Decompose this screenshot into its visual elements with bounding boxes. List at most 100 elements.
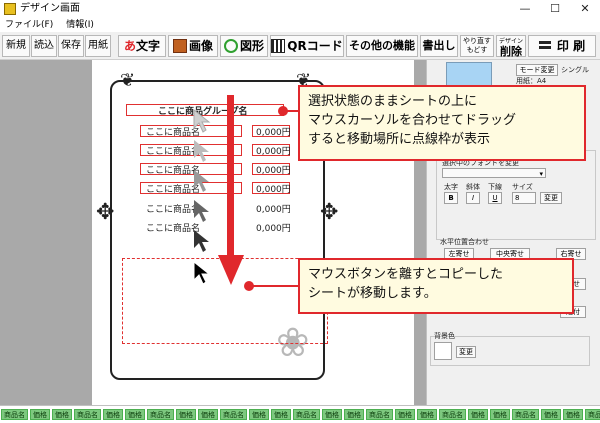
element-tab[interactable]: 価格 [563, 409, 583, 420]
font-select[interactable]: ▾ [442, 168, 546, 178]
element-tab[interactable]: 商品名 [512, 409, 539, 420]
delete-button[interactable]: デザイン 削除 [496, 35, 526, 57]
delete-label: 削除 [500, 45, 522, 58]
export-button[interactable]: 書出し [420, 35, 458, 57]
size-input[interactable]: 8 [512, 192, 536, 204]
callout-leader [252, 285, 300, 287]
element-tab[interactable]: 商品名 [147, 409, 174, 420]
save-button[interactable]: 保存 [58, 35, 84, 57]
mode-value: シングル [561, 66, 589, 74]
close-button[interactable]: ✕ [570, 0, 600, 18]
element-tab[interactable]: 価格 [417, 409, 437, 420]
text-label: 文字 [136, 39, 161, 53]
size-change-button[interactable]: 変更 [540, 192, 562, 204]
callout-release: マウスボタンを離すとコピーした シートが移動します。 [298, 258, 574, 314]
item-price: 0,000円 [256, 224, 291, 234]
element-tab[interactable]: 価格 [271, 409, 291, 420]
toolbar: 新規 読込 保存 用紙 あ文字 画像 図形 QRコード その他の機能 書出し や… [0, 32, 600, 60]
bold-label: 太字 [444, 183, 458, 191]
print-label: 印 刷 [556, 39, 586, 53]
title-bar: デザイン画面 — ☐ ✕ [0, 0, 600, 18]
cursor-icon [194, 230, 209, 252]
underline-label: 下線 [488, 183, 502, 191]
element-tab[interactable]: 商品名 [220, 409, 247, 420]
element-tab[interactable]: 価格 [541, 409, 561, 420]
app-icon [4, 3, 16, 15]
minimize-button[interactable]: — [510, 0, 540, 18]
shape-label: 図形 [239, 39, 264, 53]
redo-label: やり直す [463, 37, 491, 45]
element-tab[interactable]: 価格 [468, 409, 488, 420]
drag-direction-arrow-icon [218, 95, 244, 285]
element-tab[interactable]: 価格 [344, 409, 364, 420]
design-window: デザイン画面 — ☐ ✕ ファイル(F) 情報(I) 新規 読込 保存 用紙 あ文… [0, 0, 600, 423]
italic-button[interactable]: I [466, 192, 480, 204]
qr-button[interactable]: QRコード [270, 35, 344, 57]
print-icon [538, 41, 551, 49]
ornament-right-icon: ✥ [320, 200, 339, 225]
paper-button[interactable]: 用紙 [85, 35, 111, 57]
item-price: 0,000円 [256, 185, 291, 195]
element-tab[interactable]: 価格 [125, 409, 145, 420]
bg-color-title: 背景色 [434, 332, 455, 340]
bold-button[interactable]: B [444, 192, 458, 204]
element-tab[interactable]: 商品名 [1, 409, 28, 420]
item-price: 0,000円 [256, 166, 291, 176]
qr-label: QRコード [287, 39, 343, 53]
element-tab[interactable]: 商品名 [439, 409, 466, 420]
element-tab[interactable]: 価格 [249, 409, 269, 420]
maximize-button[interactable]: ☐ [540, 0, 570, 18]
ornament-top-left-icon: ❦ [120, 70, 136, 91]
cursor-icon [194, 140, 209, 162]
element-tab[interactable]: 価格 [176, 409, 196, 420]
bg-color-swatch[interactable] [434, 342, 452, 360]
element-tab[interactable]: 価格 [490, 409, 510, 420]
qr-icon [271, 39, 286, 53]
element-tab[interactable]: 商品名 [293, 409, 320, 420]
element-tab[interactable]: 価格 [103, 409, 123, 420]
print-button[interactable]: 印 刷 [528, 35, 596, 57]
item-price: 0,000円 [256, 128, 291, 138]
element-tab[interactable]: 価格 [198, 409, 218, 420]
menu-bar: ファイル(F) 情報(I) [0, 18, 600, 32]
text-icon: あ [123, 39, 136, 53]
shape-button[interactable]: 図形 [220, 35, 268, 57]
size-label: サイズ [512, 183, 533, 191]
underline-button[interactable]: U [488, 192, 502, 204]
italic-label: 斜体 [466, 183, 480, 191]
left-margin [0, 60, 88, 405]
cursor-icon [193, 260, 211, 285]
undo-label: もどす [466, 46, 488, 54]
image-label: 画像 [188, 39, 213, 53]
element-tab[interactable]: 商品名 [74, 409, 101, 420]
item-price: 0,000円 [256, 205, 291, 215]
item-price: 0,000円 [256, 147, 291, 157]
ornament-left-icon: ✥ [96, 200, 115, 225]
load-button[interactable]: 読込 [31, 35, 57, 57]
callout-drag: 選択状態のままシートの上に マウスカーソルを合わせてドラッグ すると移動場所に点… [298, 85, 586, 161]
element-tab[interactable]: 価格 [30, 409, 50, 420]
text-button[interactable]: あ文字 [118, 35, 166, 57]
other-functions-button[interactable]: その他の機能 [346, 35, 418, 57]
bg-change-button[interactable]: 変更 [456, 346, 476, 358]
element-tab[interactable]: 価格 [322, 409, 342, 420]
element-tab[interactable]: 価格 [52, 409, 72, 420]
window-title: デザイン画面 [20, 3, 80, 14]
mode-change-button[interactable]: モード変更 [516, 64, 558, 76]
image-icon [172, 39, 187, 53]
circle-icon [223, 39, 238, 53]
menu-info[interactable]: 情報(I) [66, 18, 94, 32]
callout-leader [286, 110, 300, 112]
cursor-icon [194, 170, 209, 192]
undo-redo-button[interactable]: やり直す もどす [460, 35, 494, 57]
element-tab[interactable]: 商品名 [366, 409, 393, 420]
element-tab[interactable]: 価格 [395, 409, 415, 420]
element-tab-bar: 商品名 価格 価格 商品名 価格 価格 商品名 価格 価格 商品名 価格 価格 商品名 価格 価格 商品名 価格… [0, 405, 600, 423]
cursor-icon [194, 200, 209, 222]
new-button[interactable]: 新規 [2, 35, 30, 57]
menu-file[interactable]: ファイル(F) [5, 18, 53, 32]
image-button[interactable]: 画像 [168, 35, 218, 57]
cursor-icon [193, 108, 211, 133]
halign-title: 水平位置合わせ [440, 238, 489, 246]
element-tab[interactable]: 商品名 [585, 409, 600, 420]
